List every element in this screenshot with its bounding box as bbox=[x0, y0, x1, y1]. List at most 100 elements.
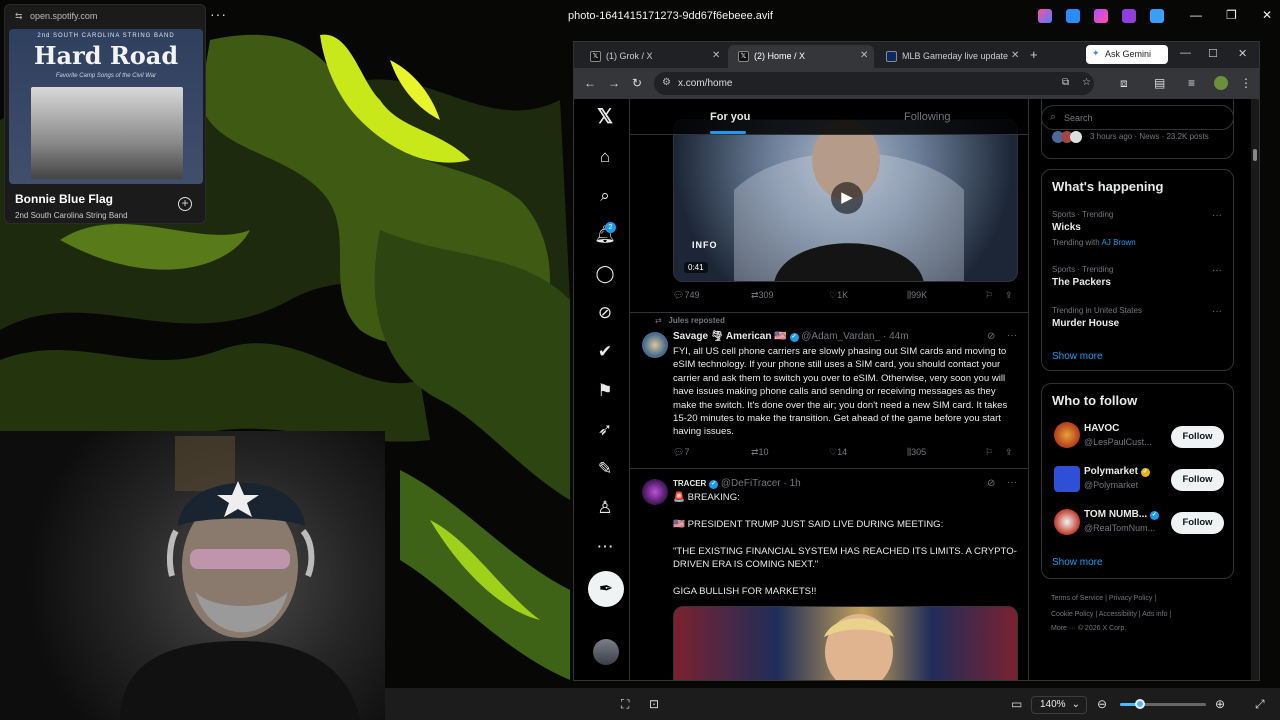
zoom-level-dropdown[interactable]: 140% ⌄ bbox=[1031, 696, 1087, 714]
back-arrow-icon[interactable]: ← bbox=[584, 76, 596, 90]
post-more-icon[interactable]: ··· bbox=[1007, 477, 1017, 488]
follow-button[interactable]: Follow bbox=[1171, 512, 1224, 534]
profile-person-icon[interactable]: ♙ bbox=[593, 496, 617, 520]
minimize-icon[interactable]: — bbox=[1190, 8, 1202, 22]
designer-app-icon[interactable] bbox=[1122, 9, 1136, 23]
account-name[interactable]: TOM NUMB... ✓ bbox=[1084, 509, 1159, 520]
post-more-icon[interactable]: ··· bbox=[1007, 330, 1017, 341]
forward-arrow-icon[interactable]: → bbox=[608, 76, 620, 90]
paint-app-icon[interactable] bbox=[1066, 9, 1080, 23]
profile-avatar[interactable] bbox=[1214, 76, 1228, 90]
zoom-slider[interactable] bbox=[1120, 703, 1206, 706]
reload-icon[interactable]: ↻ bbox=[632, 76, 642, 90]
views-button[interactable]: ⫼ 305 bbox=[907, 447, 926, 458]
close-tab-icon[interactable]: ✕ bbox=[860, 50, 868, 61]
clipchamp-app-icon[interactable] bbox=[1094, 9, 1108, 23]
search-input[interactable]: ⌕ Search bbox=[1041, 105, 1234, 130]
reading-list-icon[interactable]: ≡ bbox=[1188, 76, 1195, 90]
share-icon[interactable]: ⇪ bbox=[1005, 447, 1013, 458]
page-scrollbar[interactable] bbox=[1251, 99, 1259, 680]
bookmark-icon[interactable]: ⚐ bbox=[985, 290, 993, 301]
zoom-slider-thumb[interactable] bbox=[1134, 699, 1145, 709]
bookmark-icon[interactable]: ⚐ bbox=[985, 447, 993, 458]
footer-links-row[interactable]: More ··· © 2026 X Corp. bbox=[1051, 625, 1126, 632]
close-tab-icon[interactable]: ✕ bbox=[712, 50, 720, 61]
grok-explain-icon[interactable]: ⊘ bbox=[987, 478, 995, 489]
search-icon[interactable]: ⌕ bbox=[593, 184, 617, 208]
fullscreen-icon[interactable]: ⤢ bbox=[1255, 697, 1265, 712]
account-name[interactable]: HAVOC bbox=[1084, 423, 1119, 434]
x-logo-icon[interactable]: 𝕏 bbox=[593, 105, 617, 129]
side-panel-icon[interactable]: ▤ bbox=[1154, 76, 1165, 90]
footer-links-row[interactable]: Terms of Service | Privacy Policy | bbox=[1051, 595, 1156, 602]
site-settings-icon[interactable]: ⇆ bbox=[15, 11, 23, 22]
minimize-icon[interactable]: — bbox=[1180, 47, 1191, 59]
reply-button[interactable]: 💬︎ 749 bbox=[673, 290, 699, 301]
ask-gemini-button[interactable]: ✦ Ask Gemini bbox=[1086, 45, 1168, 64]
post-author[interactable]: Savage 🌪 American 🇺🇸 ✓ @Adam_Vardan_ · 4… bbox=[673, 331, 909, 342]
account-avatar[interactable] bbox=[1054, 422, 1080, 448]
site-info-icon[interactable]: ⚙ bbox=[662, 77, 671, 88]
tab-home[interactable]: 𝕏 (2) Home / X ✕ bbox=[728, 45, 874, 68]
bookmarks-icon[interactable]: ⚑ bbox=[593, 379, 617, 403]
account-avatar[interactable] bbox=[593, 639, 619, 665]
share-icon[interactable]: ⇪ bbox=[1005, 290, 1013, 301]
restore-icon[interactable]: ❐ bbox=[1226, 8, 1237, 22]
post-video[interactable]: ▶ INFO 0:41 bbox=[673, 119, 1018, 282]
scan-text-icon[interactable]: ⊡ bbox=[649, 697, 659, 711]
post-image[interactable] bbox=[673, 606, 1018, 680]
grok-explain-icon[interactable]: ⊘ bbox=[987, 331, 995, 342]
more-circle-icon[interactable]: ⋯ bbox=[593, 535, 617, 559]
views-button[interactable]: ⫼ 99K bbox=[907, 290, 927, 301]
install-app-icon[interactable]: ⧉ bbox=[1062, 77, 1069, 88]
close-icon[interactable]: ✕ bbox=[1262, 8, 1272, 22]
rocket-icon[interactable]: ➶ bbox=[593, 418, 617, 442]
reply-button[interactable]: 💬︎ 7 bbox=[673, 447, 689, 458]
tab-mlb[interactable]: MLB Gameday live updates ✕ bbox=[876, 45, 1022, 68]
trend-more-icon[interactable]: ··· bbox=[1212, 306, 1222, 317]
grok-icon[interactable]: ⊘ bbox=[593, 301, 617, 325]
crop-icon[interactable]: ⛶ bbox=[621, 697, 629, 712]
copilot-app-icon[interactable] bbox=[1038, 9, 1052, 23]
close-tab-icon[interactable]: ✕ bbox=[1008, 50, 1020, 61]
like-button[interactable]: ♡ 14 bbox=[829, 447, 847, 458]
omnibox[interactable]: ⚙ x.com/home ⧉ ☆ bbox=[654, 72, 1094, 95]
more-options-icon[interactable]: ··· bbox=[210, 6, 227, 22]
follow-button[interactable]: Follow bbox=[1171, 426, 1224, 448]
communities-check-icon[interactable]: ✔ bbox=[593, 340, 617, 364]
bookmark-star-icon[interactable]: ☆ bbox=[1082, 77, 1091, 88]
repost-button[interactable]: ⇄ 10 bbox=[751, 447, 769, 458]
account-avatar[interactable] bbox=[1054, 466, 1080, 492]
compose-post-button[interactable]: ✒ bbox=[588, 571, 624, 607]
post-avatar[interactable] bbox=[642, 332, 668, 358]
zoom-in-icon[interactable]: ⊕ bbox=[1215, 697, 1225, 711]
trend-more-icon[interactable]: ··· bbox=[1212, 210, 1222, 221]
follow-button[interactable]: Follow bbox=[1171, 469, 1224, 491]
trend-more-icon[interactable]: ··· bbox=[1212, 265, 1222, 276]
close-window-icon[interactable]: ✕ bbox=[1238, 47, 1247, 60]
maximize-icon[interactable]: ☐ bbox=[1208, 47, 1218, 60]
trend-extra-link[interactable]: AJ Brown bbox=[1102, 238, 1136, 247]
post-author[interactable]: TRACER ✓ @DeFiTracer · 1h bbox=[673, 478, 801, 489]
add-to-library-icon[interactable]: + bbox=[178, 197, 192, 211]
scrollbar-thumb[interactable] bbox=[1253, 149, 1257, 161]
show-more-accounts-link[interactable]: Show more bbox=[1052, 557, 1103, 568]
post-avatar[interactable] bbox=[642, 479, 668, 505]
repost-button[interactable]: ⇄ 309 bbox=[751, 290, 774, 301]
home-icon[interactable]: ⌂ bbox=[593, 145, 617, 169]
extensions-icon[interactable]: ⧈ bbox=[1120, 76, 1128, 91]
chrome-menu-icon[interactable]: ⋮ bbox=[1240, 76, 1252, 90]
zoom-out-icon[interactable]: ⊖ bbox=[1097, 697, 1107, 711]
like-button[interactable]: ♡ 1K bbox=[829, 290, 848, 301]
new-tab-icon[interactable]: + bbox=[1030, 47, 1038, 62]
cloud-app-icon[interactable] bbox=[1150, 9, 1164, 23]
fit-screen-icon[interactable]: ▭ bbox=[1011, 697, 1022, 711]
articles-edit-icon[interactable]: ✎ bbox=[593, 457, 617, 481]
account-name[interactable]: Polymarket ✓ bbox=[1084, 466, 1150, 477]
account-avatar[interactable] bbox=[1054, 509, 1080, 535]
show-more-trends-link[interactable]: Show more bbox=[1052, 351, 1103, 362]
play-icon[interactable]: ▶ bbox=[831, 182, 863, 214]
tab-for-you[interactable]: For you bbox=[710, 111, 750, 123]
tab-following[interactable]: Following bbox=[904, 111, 950, 123]
footer-links-row[interactable]: Cookie Policy | Accessibility | Ads info… bbox=[1051, 611, 1171, 618]
